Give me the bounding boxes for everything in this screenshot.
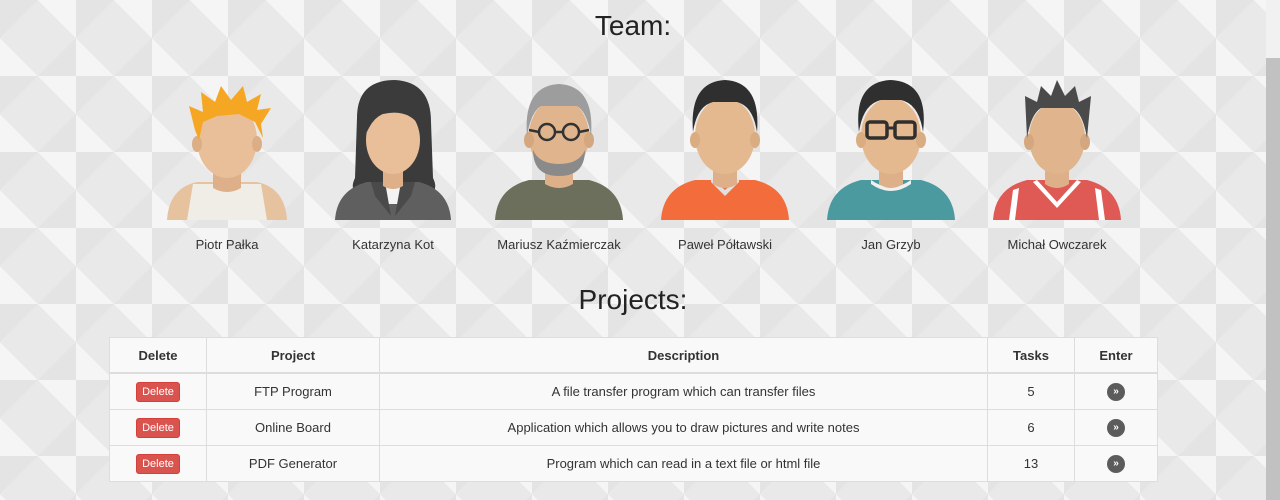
enter-cell: » bbox=[1074, 409, 1158, 446]
enter-cell: » bbox=[1074, 445, 1158, 482]
projects-table: Delete Project Description Tasks Enter D… bbox=[109, 337, 1158, 482]
team-member: Piotr Pałka bbox=[144, 78, 310, 252]
member-name: Katarzyna Kot bbox=[352, 237, 434, 252]
member-name: Jan Grzyb bbox=[861, 237, 921, 252]
projects-title: Projects: bbox=[578, 284, 688, 315]
table-row: Delete PDF Generator Program which can r… bbox=[109, 445, 1158, 482]
enter-button[interactable]: » bbox=[1107, 455, 1125, 473]
column-header-project: Project bbox=[206, 337, 380, 374]
team-member: Katarzyna Kot bbox=[310, 78, 476, 252]
delete-button[interactable]: Delete bbox=[136, 453, 180, 474]
scrollbar-thumb[interactable] bbox=[1266, 58, 1280, 500]
table-row: Delete FTP Program A file transfer progr… bbox=[109, 372, 1158, 410]
column-header-enter: Enter bbox=[1074, 337, 1158, 374]
member-name: Paweł Półtawski bbox=[678, 237, 772, 252]
project-description: A file transfer program which can transf… bbox=[379, 372, 988, 410]
team-member: Jan Grzyb bbox=[808, 78, 974, 252]
column-header-tasks: Tasks bbox=[987, 337, 1075, 374]
project-description: Program which can read in a text file or… bbox=[379, 445, 988, 482]
man-glasses-avatar-icon bbox=[827, 80, 955, 220]
team-member: Michał Owczarek bbox=[974, 78, 1140, 252]
table-row: Delete Online Board Application which al… bbox=[109, 409, 1158, 446]
enter-button[interactable]: » bbox=[1107, 383, 1125, 401]
team-members: Piotr Pałka Katarzyna Kot Mariusz Kaźmie… bbox=[144, 78, 1140, 258]
delete-button[interactable]: Delete bbox=[136, 417, 180, 438]
man-orange-shirt-avatar-icon bbox=[661, 80, 789, 220]
project-name: PDF Generator bbox=[206, 445, 380, 482]
scrollbar[interactable] bbox=[1266, 0, 1280, 500]
project-name: Online Board bbox=[206, 409, 380, 446]
table-header-row: Delete Project Description Tasks Enter bbox=[109, 337, 1158, 374]
team-member: Mariusz Kaźmierczak bbox=[476, 78, 642, 252]
delete-cell: Delete bbox=[109, 445, 207, 482]
project-description: Application which allows you to draw pic… bbox=[379, 409, 988, 446]
team-member: Paweł Półtawski bbox=[642, 78, 808, 252]
bearded-man-glasses-avatar-icon bbox=[495, 84, 623, 220]
project-tasks: 5 bbox=[987, 372, 1075, 410]
delete-cell: Delete bbox=[109, 372, 207, 410]
member-name: Piotr Pałka bbox=[195, 237, 259, 252]
team-title: Team: bbox=[594, 10, 672, 41]
column-header-description: Description bbox=[379, 337, 988, 374]
enter-button[interactable]: » bbox=[1107, 419, 1125, 437]
project-name: FTP Program bbox=[206, 372, 380, 410]
delete-button[interactable]: Delete bbox=[136, 381, 180, 402]
man-red-shirt-avatar-icon bbox=[993, 80, 1121, 220]
delete-cell: Delete bbox=[109, 409, 207, 446]
blond-man-avatar-icon bbox=[167, 86, 287, 220]
woman-avatar-icon bbox=[335, 80, 451, 220]
column-header-delete: Delete bbox=[109, 337, 207, 374]
project-tasks: 13 bbox=[987, 445, 1075, 482]
enter-cell: » bbox=[1074, 372, 1158, 410]
member-name: Mariusz Kaźmierczak bbox=[497, 237, 621, 252]
member-name: Michał Owczarek bbox=[1007, 237, 1107, 252]
project-tasks: 6 bbox=[987, 409, 1075, 446]
